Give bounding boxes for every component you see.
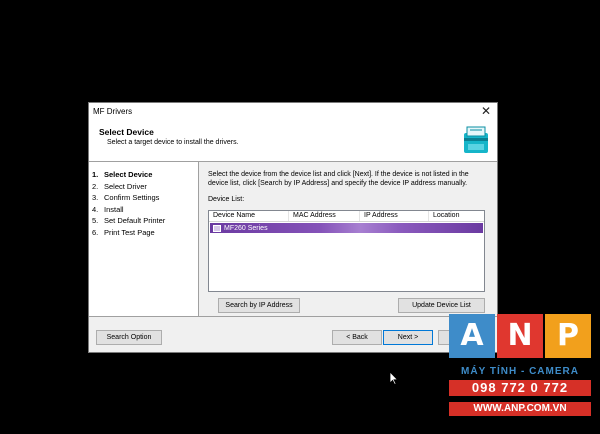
- watermark-letter-n: N: [497, 314, 543, 358]
- step-select-device: 1. Select Device: [92, 170, 153, 179]
- title-bar: MF Drivers ✕: [89, 103, 497, 120]
- device-selection-panel: Select the device from the device list a…: [208, 170, 488, 313]
- anp-watermark: A N P MÁY TÍNH - CAMERA 098 772 0 772 WW…: [449, 314, 591, 424]
- watermark-url: WWW.ANP.COM.VN: [449, 402, 591, 416]
- device-name: MF260 Series: [224, 224, 268, 232]
- wizard-steps: 1. Select Device 2. Select Driver 3. Confir…: [89, 162, 199, 316]
- mf-drivers-dialog: MF Drivers ✕ Select Device Select a targ…: [88, 102, 498, 353]
- next-button[interactable]: Next >: [383, 330, 433, 345]
- footer-divider: [89, 316, 497, 317]
- close-icon[interactable]: ✕: [481, 104, 491, 118]
- device-row-selected[interactable]: MF260 Series: [210, 223, 483, 233]
- back-button[interactable]: < Back: [332, 330, 382, 345]
- device-list[interactable]: Device Name MAC Address IP Address Locat…: [208, 210, 485, 292]
- step-print-test-page: 6. Print Test Page: [92, 227, 155, 237]
- mouse-cursor-icon: [389, 371, 399, 385]
- page-title: Select Device: [99, 127, 154, 137]
- instructions-text: Select the device from the device list a…: [208, 171, 469, 187]
- col-mac-address[interactable]: MAC Address: [289, 211, 360, 221]
- window-title: MF Drivers: [93, 107, 133, 116]
- col-ip-address[interactable]: IP Address: [360, 211, 429, 221]
- search-option-button[interactable]: Search Option: [96, 330, 162, 345]
- watermark-letter-a: A: [449, 314, 495, 358]
- search-by-ip-button[interactable]: Search by IP Address: [218, 298, 300, 313]
- device-list-label: Device List:: [208, 196, 245, 203]
- col-device-name[interactable]: Device Name: [209, 211, 289, 221]
- watermark-letter-p: P: [545, 314, 591, 358]
- step-select-driver: 2. Select Driver: [92, 181, 147, 191]
- device-list-header: Device Name MAC Address IP Address Locat…: [209, 211, 484, 222]
- step-install: 4. Install: [92, 204, 124, 214]
- wizard-header: Select Device Select a target device to …: [89, 120, 497, 162]
- watermark-tagline: MÁY TÍNH - CAMERA: [461, 366, 579, 377]
- printer-icon: [464, 126, 488, 153]
- watermark-phone: 098 772 0 772: [449, 380, 591, 396]
- update-device-list-button[interactable]: Update Device List: [398, 298, 485, 313]
- col-location[interactable]: Location: [429, 211, 484, 221]
- device-icon: [213, 224, 221, 232]
- step-set-default-printer: 5. Set Default Printer: [92, 216, 166, 225]
- step-confirm-settings: 3. Confirm Settings: [92, 193, 160, 202]
- page-subtitle: Select a target device to install the dr…: [107, 139, 239, 146]
